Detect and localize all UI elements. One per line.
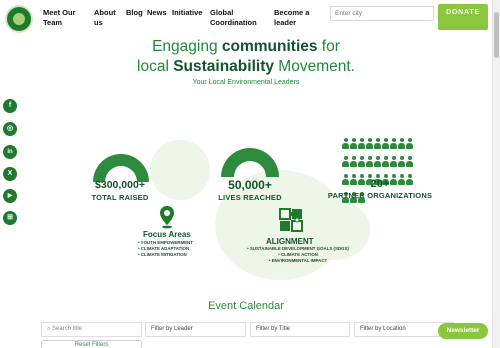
person-icon: [366, 156, 373, 167]
newsletter-button[interactable]: Newsletter: [438, 323, 488, 339]
nav-global-coordination[interactable]: Global Coordination: [210, 8, 260, 28]
nav-about-us[interactable]: About us: [94, 8, 120, 28]
person-icon: [398, 138, 405, 149]
person-icon: [350, 156, 357, 167]
person-icon: [350, 138, 357, 149]
hero-heading-line1: Engaging communities for: [152, 38, 340, 55]
focus-areas-list: • YOUTH EMPOWERMENT • CLIMATE ADAPTATION…: [138, 240, 218, 258]
page-scrollbar[interactable]: [492, 0, 500, 348]
person-icon: [406, 156, 413, 167]
person-icon: [374, 156, 381, 167]
header: Meet Our Team About us Blog News Initiat…: [0, 0, 492, 38]
background-shape: [150, 140, 210, 200]
person-icon: [374, 138, 381, 149]
hero-subtitle: Your Local Environmental Leaders: [192, 79, 300, 86]
person-icon: [390, 156, 397, 167]
filter-leader-select[interactable]: Filter by Leader: [145, 322, 246, 337]
scrollbar-thumb[interactable]: [494, 12, 499, 58]
person-icon: [366, 138, 373, 149]
puzzle-icon: [279, 208, 303, 232]
event-search-placeholder: Search title: [52, 326, 83, 332]
page: Meet Our Team About us Blog News Initiat…: [0, 0, 500, 348]
facebook-icon[interactable]: f: [3, 99, 17, 113]
person-icon: [382, 138, 389, 149]
person-icon: [358, 138, 365, 149]
person-icon: [406, 138, 413, 149]
stat-partners-label: PARTNER ORGANIZATIONS: [327, 191, 433, 200]
city-search-input[interactable]: Enter city: [330, 6, 434, 21]
stat-total-raised-value: $300,000+: [95, 179, 145, 191]
linkedin-icon[interactable]: in: [3, 145, 17, 159]
youtube-icon[interactable]: ▶: [3, 189, 17, 203]
stat-total-raised-label: TOTAL RAISED: [91, 193, 149, 202]
stat-partners-value: 20+: [370, 178, 390, 190]
x-icon[interactable]: X: [3, 167, 17, 181]
person-icon: [382, 156, 389, 167]
list-item: • CLIMATE MITIGATION: [138, 252, 187, 257]
nav-initiative[interactable]: Initiative: [172, 8, 202, 18]
instagram-icon[interactable]: ◎: [3, 122, 17, 136]
event-calendar-title: Event Calendar: [208, 300, 284, 312]
stat-lives-reached-value: 50,000+: [228, 178, 272, 192]
person-icon: [342, 156, 349, 167]
nav-meet-our-team[interactable]: Meet Our Team: [43, 8, 85, 28]
stat-lives-reached-label: LIVES REACHED: [218, 193, 282, 202]
person-icon: [390, 138, 397, 149]
person-icon: [398, 156, 405, 167]
alignment-list: • SUSTAINABLE DEVELOPMENT GOALS (SDGS) •…: [238, 246, 358, 264]
reset-filters-button[interactable]: Reset Filters: [41, 340, 142, 348]
person-icon: [342, 138, 349, 149]
hero-heading-line2: local Sustainability Movement.: [137, 58, 355, 75]
site-logo[interactable]: [5, 5, 33, 33]
gauge-lives-reached: [221, 148, 279, 177]
blog-icon[interactable]: ⊞: [3, 211, 17, 225]
nav-become-a-leader[interactable]: Become a leader: [274, 8, 320, 28]
focus-areas-title: Focus Areas: [143, 230, 191, 239]
nav-news[interactable]: News: [147, 8, 167, 18]
nav-blog[interactable]: Blog: [126, 8, 143, 18]
list-item: • ENVIRONMENTAL IMPACT: [268, 258, 328, 263]
donate-button[interactable]: DONATE: [438, 4, 488, 30]
location-pin-icon: [160, 206, 174, 229]
event-search-input[interactable]: ⌕ Search title: [41, 322, 142, 337]
filter-title-select[interactable]: Filter by Title: [250, 322, 350, 337]
person-icon: [342, 174, 349, 185]
globe-icon: [13, 13, 25, 25]
alignment-title: ALIGNMENT: [266, 237, 314, 246]
person-icon: [358, 156, 365, 167]
